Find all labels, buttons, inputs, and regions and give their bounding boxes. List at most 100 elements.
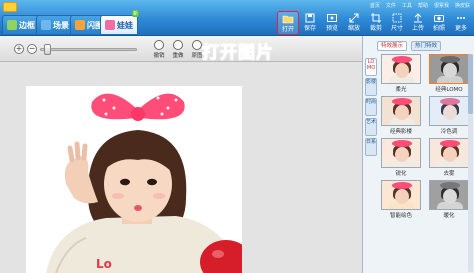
save-icon (305, 13, 315, 23)
effect-thumb[interactable]: 暖化 (427, 180, 471, 219)
upload-icon (414, 13, 422, 23)
effect-thumb[interactable]: 柔光 (379, 54, 423, 93)
camera-icon (434, 15, 444, 22)
open-button[interactable]: 打开 (277, 11, 299, 35)
menu-item-home[interactable]: 首页 (370, 2, 380, 9)
resize-button[interactable]: 缩放 (343, 11, 365, 35)
camera-button[interactable]: 拍照 (428, 11, 450, 35)
frame-icon (7, 20, 17, 30)
effect-preview (381, 138, 421, 168)
menu-item-file[interactable]: 文件 (386, 2, 396, 9)
scene-icon (41, 20, 51, 30)
tab-scene[interactable]: 场景 (36, 15, 74, 34)
category-lomo[interactable]: LOMO (365, 58, 377, 76)
redo-button[interactable]: 重做 (169, 40, 187, 60)
photo-editor-window: 边框 场景 闪图 娃娃 新 首页 文件 工具 帮助 很累我 换皮肤 打开 保存 … (0, 0, 474, 273)
effect-preview (429, 54, 469, 84)
more-icon (457, 17, 465, 19)
tab-label: 娃娃 (117, 20, 133, 30)
app-logo (3, 2, 17, 12)
undo-button[interactable]: 撤销 (150, 40, 168, 60)
preview-icon (327, 14, 337, 22)
tab-label: 场景 (53, 20, 69, 30)
folder-open-icon (282, 15, 294, 24)
redo-icon (173, 40, 183, 50)
category-studio[interactable]: 影楼 (365, 78, 377, 96)
doll-icon (105, 20, 115, 30)
effect-label: 经典影楼 (389, 129, 412, 135)
top-menu: 首页 文件 工具 帮助 很累我 换皮肤 (370, 2, 470, 9)
open-label: 打开 (281, 26, 294, 33)
size-button[interactable]: 尺寸 (386, 11, 408, 35)
effect-preview (429, 180, 469, 210)
scrollbar-thumb[interactable] (468, 54, 473, 114)
effect-preview (429, 96, 469, 126)
save-label: 保存 (303, 25, 316, 32)
crop-button[interactable]: 裁剪 (365, 11, 387, 35)
effect-thumb[interactable]: 锐化 (379, 138, 423, 177)
category-fashion[interactable]: 时尚 (365, 98, 377, 116)
tab-effects-showcase[interactable]: 特效展示 (377, 41, 408, 51)
effect-thumb[interactable]: 经典LOMO (427, 54, 471, 93)
effects-grid: 柔光 经典LOMO 经典影楼 冷色调 锐化 去雾 智能绘色 暖化 (379, 54, 473, 219)
effect-thumb[interactable]: 去雾 (427, 138, 471, 177)
camera-label: 拍照 (432, 25, 445, 32)
more-label: 更多 (454, 25, 467, 32)
canvas-area: Lo (0, 62, 362, 273)
preview-label: 预览 (325, 25, 338, 32)
save-button[interactable]: 保存 (299, 11, 321, 35)
resize-label: 缩放 (347, 25, 360, 32)
photo: Lo (26, 86, 242, 273)
resize-icon (349, 13, 359, 23)
size-label: 尺寸 (390, 25, 403, 32)
effects-panel: 特效展示 热门特效 LOMO 影楼 时尚 艺术 日系 柔光 经典LOMO 经典影… (362, 36, 474, 273)
size-icon (392, 13, 402, 23)
effect-categories: LOMO 影楼 时尚 艺术 日系 (365, 58, 377, 156)
effect-thumb[interactable]: 冷色调 (427, 96, 471, 135)
effect-preview (381, 180, 421, 210)
more-button[interactable]: 更多 (450, 11, 472, 35)
tab-label: 边框 (19, 20, 35, 30)
category-japanese[interactable]: 日系 (365, 138, 377, 156)
tab-doll[interactable]: 娃娃 新 (100, 10, 139, 34)
effect-label: 冷色调 (440, 129, 458, 135)
open-image-callout: 打开图片 (202, 43, 274, 64)
undo-icon (154, 40, 164, 50)
effect-thumb[interactable]: 智能绘色 (379, 180, 423, 219)
tab-frame[interactable]: 边框 (2, 15, 40, 34)
zoom-slider[interactable] (40, 48, 137, 51)
upload-button[interactable]: 上传 (407, 11, 429, 35)
new-badge: 新 (131, 10, 139, 17)
effect-label: 智能绘色 (389, 213, 412, 219)
girl-photo: Lo (46, 93, 242, 273)
category-art[interactable]: 艺术 (365, 118, 377, 136)
top-toolbar: 边框 场景 闪图 娃娃 新 首页 文件 工具 帮助 很累我 换皮肤 打开 保存 … (0, 0, 474, 36)
effect-label: 锐化 (395, 171, 407, 177)
effect-preview (381, 54, 421, 84)
effect-label: 暖化 (443, 213, 455, 219)
menu-item-help[interactable]: 帮助 (418, 2, 428, 9)
reset-icon (192, 40, 202, 50)
effect-label: 经典LOMO (435, 87, 463, 93)
tab-hot-effects[interactable]: 热门特效 (411, 41, 442, 51)
effect-thumb[interactable]: 经典影楼 (379, 96, 423, 135)
effects-tabs: 特效展示 热门特效 (363, 40, 474, 52)
undo-label: 撤销 (153, 53, 165, 59)
menu-item-tools[interactable]: 工具 (402, 2, 412, 9)
upload-label: 上传 (411, 25, 424, 32)
zoom-in-button[interactable]: + (14, 44, 24, 54)
effect-label: 柔光 (395, 87, 407, 93)
crop-icon (371, 13, 381, 23)
redo-label: 重做 (172, 53, 184, 59)
effect-label: 去雾 (443, 171, 455, 177)
effect-preview (381, 96, 421, 126)
effect-preview (429, 138, 469, 168)
menu-item-skin[interactable]: 换皮肤 (455, 2, 470, 9)
zoom-out-button[interactable]: − (27, 44, 37, 54)
crop-label: 裁剪 (369, 25, 382, 32)
panel-scrollbar[interactable] (468, 54, 473, 272)
zoom-slider-handle[interactable] (44, 44, 51, 55)
svg-text:Lo: Lo (96, 257, 112, 271)
preview-button[interactable]: 预览 (321, 11, 343, 35)
menu-item-feedback[interactable]: 很累我 (434, 2, 449, 9)
